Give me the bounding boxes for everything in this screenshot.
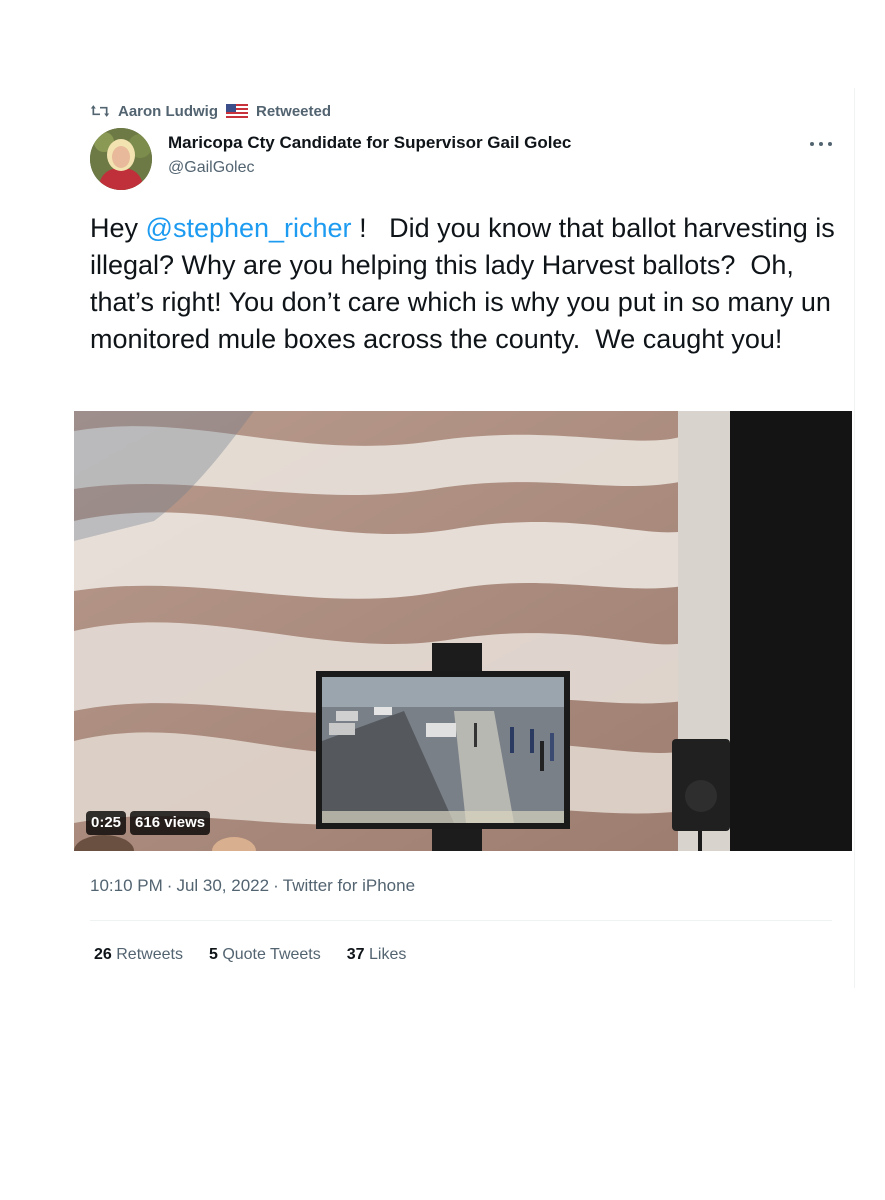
quotes-stat[interactable]: 5 Quote Tweets — [209, 946, 321, 964]
author-block: Maricopa Cty Candidate for Supervisor Ga… — [168, 132, 571, 179]
video-player[interactable]: 0:25 616 views — [74, 411, 852, 851]
tweet-date[interactable]: Jul 30, 2022 — [176, 876, 269, 895]
quotes-count: 5 — [208, 946, 218, 963]
tweet-stats: 26 Retweets 5 Quote Tweets 37 Likes — [94, 946, 406, 964]
likes-count: 37 — [346, 946, 365, 963]
retweet-header: Aaron Ludwig Retweeted — [90, 101, 331, 121]
tweet-card[interactable]: Aaron Ludwig Retweeted Maricopa Cty Cand… — [72, 88, 855, 988]
author-name[interactable]: Maricopa Cty Candidate for Supervisor Ga… — [168, 132, 571, 154]
retweet-icon — [90, 105, 110, 117]
retweeted-label: Retweeted — [256, 102, 332, 120]
tweet-time[interactable]: 10:10 PM — [90, 876, 163, 895]
likes-label: Likes — [369, 946, 407, 963]
divider — [90, 920, 832, 921]
retweets-count: 26 — [94, 946, 112, 963]
mention-link[interactable]: @stephen_richer — [146, 213, 352, 243]
us-flag-icon — [226, 104, 248, 118]
retweeter-name[interactable]: Aaron Ludwig — [118, 103, 218, 120]
tweet-meta: 10:10 PM · Jul 30, 2022 · Twitter for iPhone — [90, 876, 415, 896]
video-views: 616 views — [130, 811, 211, 835]
tweet-prefix: Hey — [90, 213, 146, 243]
tweet-source[interactable]: Twitter for iPhone — [283, 876, 415, 895]
retweets-stat[interactable]: 26 Retweets — [94, 946, 183, 964]
more-horizontal-icon[interactable] — [810, 140, 832, 148]
quotes-label: Quote Tweets — [222, 946, 321, 963]
avatar-image — [90, 128, 152, 190]
likes-stat[interactable]: 37 Likes — [347, 946, 407, 964]
video-duration: 0:25 — [86, 811, 127, 835]
meta-separator-2: · — [273, 876, 279, 895]
video-thumbnail — [74, 411, 852, 851]
avatar[interactable] — [90, 128, 152, 190]
retweets-label: Retweets — [116, 946, 183, 963]
author-handle[interactable]: @GailGolec — [168, 157, 571, 179]
tweet-text: Hey @stephen_richer ! Did you know that … — [90, 210, 840, 358]
page: Aaron Ludwig Retweeted Maricopa Cty Cand… — [0, 0, 885, 1200]
video-badge: 0:25 616 views — [86, 811, 211, 835]
meta-separator: · — [166, 876, 173, 895]
